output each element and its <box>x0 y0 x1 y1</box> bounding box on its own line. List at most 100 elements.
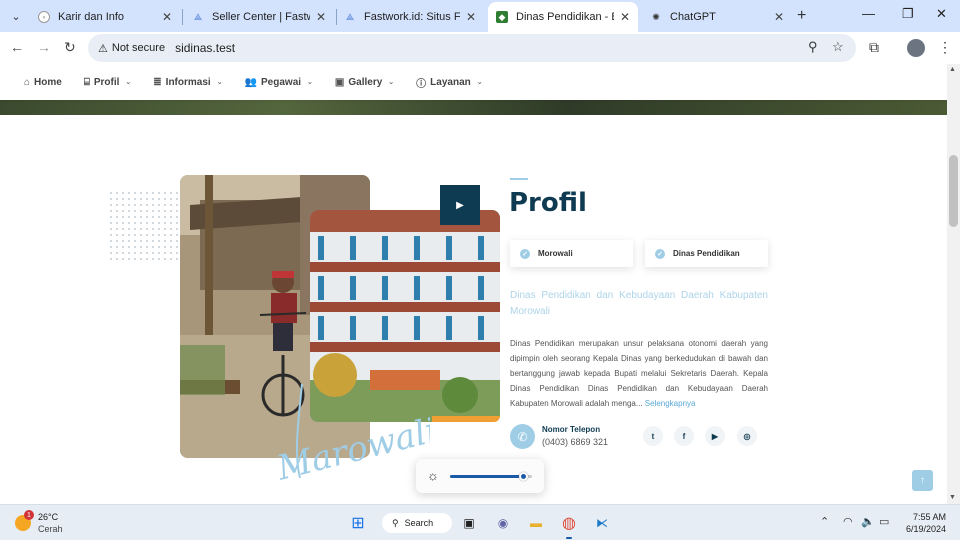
close-icon[interactable]: ✕ <box>466 10 476 24</box>
close-icon[interactable]: ✕ <box>620 10 630 24</box>
images-icon: ▣ <box>334 76 345 88</box>
nav-label: Informasi <box>165 76 211 88</box>
slider-thumb[interactable] <box>519 472 528 481</box>
scroll-up-icon[interactable]: ▲ <box>949 66 956 73</box>
search-label: Search <box>404 518 434 528</box>
tab-title: Seller Center | Fastwork.id <box>212 11 310 23</box>
card-label: Dinas Pendidikan <box>673 249 740 258</box>
weather-temperature[interactable]: 26°C <box>38 512 58 522</box>
scrollbar-thumb[interactable] <box>949 155 958 227</box>
speaker-icon[interactable]: 🔈 <box>861 515 875 528</box>
restore-icon[interactable]: ❐ <box>902 6 914 22</box>
chrome-icon[interactable]: ◍ <box>559 513 579 533</box>
url-text[interactable]: sidinas.test <box>175 41 235 55</box>
close-icon[interactable]: ✕ <box>774 10 784 24</box>
extensions-icon[interactable]: ⧉ <box>869 39 879 56</box>
reload-icon[interactable]: ↻ <box>64 39 76 56</box>
chevron-down-icon: ⌄ <box>125 79 132 86</box>
feature-card-dinas: ✓ Dinas Pendidikan <box>645 240 768 267</box>
page-favicon-icon: ◦ <box>38 11 50 23</box>
tab-title: ChatGPT <box>670 11 716 23</box>
security-label[interactable]: Not secure <box>112 42 165 54</box>
windows-start-icon[interactable]: ⊞ <box>348 513 368 533</box>
play-icon: ▶ <box>456 199 464 211</box>
card-label: Morowali <box>538 249 573 258</box>
facebook-icon[interactable]: f <box>674 426 694 446</box>
play-video-button[interactable]: ▶ <box>440 185 480 225</box>
nav-label: Home <box>34 76 62 88</box>
chevron-down-icon: ⌄ <box>388 79 395 86</box>
database-icon: ≣ <box>153 76 162 88</box>
phone-icon: ✆ <box>510 424 535 449</box>
phone-number: (0403) 6869 321 <box>542 437 609 447</box>
vscode-icon[interactable]: ⧔ <box>592 513 612 533</box>
nav-home[interactable]: ⌂ Home <box>24 77 62 88</box>
nav-label: Profil <box>93 76 120 88</box>
profile-avatar[interactable] <box>907 39 925 57</box>
warning-icon[interactable]: ⚠ <box>98 42 108 55</box>
svg-text:Marowali: Marowali <box>272 410 430 484</box>
tab-search-dropdown[interactable]: ⌄ <box>6 6 26 26</box>
active-app-indicator <box>566 537 572 539</box>
clock-date[interactable]: 6/19/2024 <box>902 524 946 534</box>
taskbar-search[interactable]: ⚲ Search <box>382 513 452 533</box>
page-scrollbar[interactable] <box>947 64 960 504</box>
tab-seller-center[interactable]: ⟁ Seller Center | Fastwork.id ✕ <box>184 4 334 30</box>
body-text-block: Dinas Pendidikan merupakan unsur pelaksa… <box>510 336 768 411</box>
battery-icon[interactable]: ▭ <box>879 515 889 528</box>
back-to-top-button[interactable]: ↑ <box>912 470 933 491</box>
lead-text: Dinas Pendidikan dan Kebudayaan Daerah K… <box>510 290 768 317</box>
users-icon: 👥 <box>244 76 258 88</box>
chevron-down-icon: ⌄ <box>476 79 483 86</box>
nav-label: Layanan <box>430 76 471 88</box>
scroll-down-icon[interactable]: ▼ <box>949 494 956 501</box>
tab-karir[interactable]: ◦ Karir dan Info ✕ <box>30 4 180 30</box>
forward-icon[interactable]: → <box>37 39 51 55</box>
tab-fastwork[interactable]: ⟁ Fastwork.id: Situs Freelanc ✕ <box>336 4 484 30</box>
nav-profil[interactable]: ⌸ Profil ⌄ <box>84 77 131 88</box>
youtube-icon[interactable]: ▶ <box>705 426 725 446</box>
brightness-slider[interactable] <box>450 472 532 481</box>
close-icon[interactable]: ✕ <box>162 10 172 24</box>
minimize-icon[interactable]: — <box>862 6 875 21</box>
feature-card-morowali: ✓ Morowali <box>510 240 633 267</box>
fastwork-favicon-icon: ⟁ <box>193 11 203 22</box>
chevron-up-icon[interactable]: ⌃ <box>820 515 829 528</box>
close-icon[interactable]: ✕ <box>316 10 326 24</box>
address-bar[interactable]: ⚠ Not secure sidinas.test ⚲ ☆ <box>88 34 856 62</box>
back-icon[interactable]: ← <box>10 39 24 55</box>
tab-dinas-pendidikan[interactable]: ◆ Dinas Pendidikan - Beranda ✕ <box>488 2 638 32</box>
new-tab-icon[interactable]: + <box>797 7 806 25</box>
arrow-up-icon: ↑ <box>920 475 925 486</box>
slider-fill <box>450 475 524 478</box>
weather-condition[interactable]: Cerah <box>38 524 63 534</box>
tab-title: Fastwork.id: Situs Freelanc <box>364 11 460 23</box>
home-icon: ⌂ <box>24 76 31 88</box>
phone-label: Nomor Telepon <box>542 425 601 434</box>
instagram-icon[interactable]: ◎ <box>737 426 757 446</box>
task-view-icon[interactable]: ▣ <box>459 513 479 533</box>
teams-chat-icon[interactable]: ◉ <box>493 513 513 533</box>
menu-dots-icon[interactable]: ⋮ <box>938 39 952 56</box>
nav-informasi[interactable]: ≣ Informasi ⌄ <box>153 77 222 88</box>
tab-chatgpt[interactable]: ✺ ChatGPT ✕ <box>642 4 792 30</box>
nav-pegawai[interactable]: 👥 Pegawai ⌄ <box>245 77 313 88</box>
wifi-icon[interactable]: ◠ <box>843 515 853 528</box>
nav-layanan[interactable]: ⓘ Layanan ⌄ <box>416 75 482 90</box>
window-close-icon[interactable]: ✕ <box>936 6 947 22</box>
file-explorer-icon[interactable]: ▬ <box>526 513 546 533</box>
section-accent-line <box>510 178 528 180</box>
section-title: Profil <box>509 188 587 218</box>
twitter-icon[interactable]: t <box>643 426 663 446</box>
bank-icon: ⌸ <box>83 76 90 88</box>
zoom-icon[interactable]: ⚲ <box>808 39 818 55</box>
bookmark-star-icon[interactable]: ☆ <box>832 39 844 55</box>
dot-pattern <box>108 190 180 262</box>
read-more-link[interactable]: Selengkapnya <box>645 399 696 408</box>
brightness-flyout: ☼ <box>416 459 544 493</box>
chevron-down-icon: ⌄ <box>216 79 223 86</box>
nav-gallery[interactable]: ▣ Gallery ⌄ <box>335 77 394 88</box>
tab-title: Karir dan Info <box>58 11 125 23</box>
fastwork-favicon-icon: ⟁ <box>345 11 355 22</box>
clock-time[interactable]: 7:55 AM <box>912 512 946 522</box>
